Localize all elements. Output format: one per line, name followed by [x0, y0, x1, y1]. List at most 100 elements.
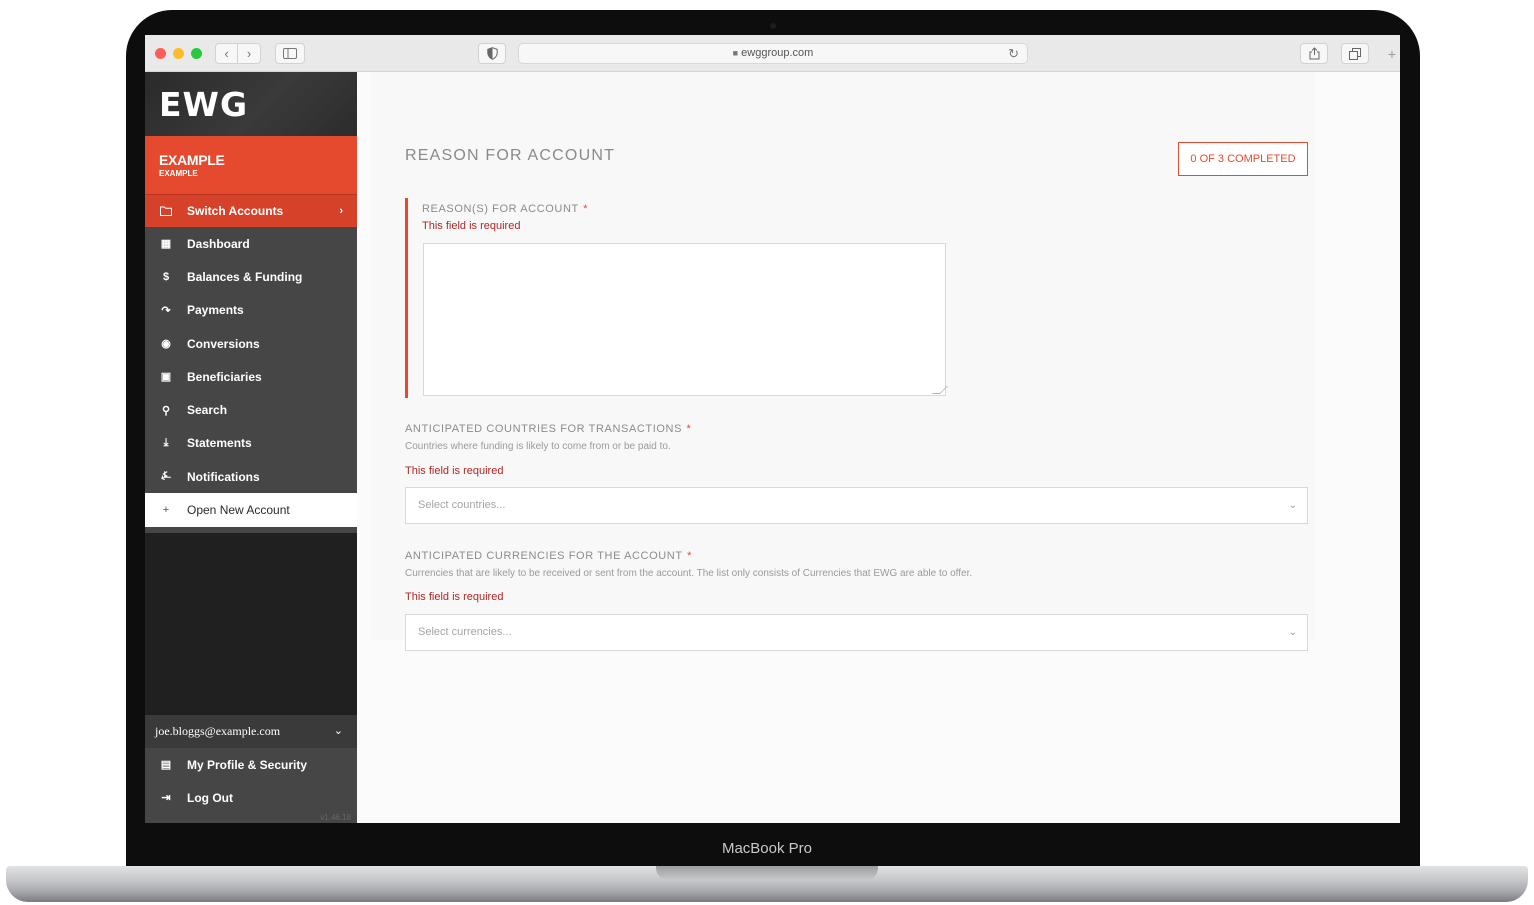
id-card-icon: ▤: [160, 759, 172, 772]
sidebar-item-conversions[interactable]: ◉ Conversions: [145, 327, 357, 360]
address-bar[interactable]: ■ ewggroup.com ↻: [518, 43, 1028, 64]
chevron-right-icon: ›: [339, 205, 343, 217]
sidebar-icon: [283, 48, 297, 59]
countries-select[interactable]: Select countries... ⌄: [405, 487, 1308, 524]
currencies-help-text: Currencies that are likely to be receive…: [405, 568, 973, 579]
minimize-window-button[interactable]: [173, 48, 184, 59]
chevron-down-icon: ⌄: [1288, 627, 1297, 638]
account-name: EXAMPLE: [159, 152, 225, 168]
sidebar: EWG EXAMPLE EXAMPLE Switch Accounts › ▦ …: [145, 72, 357, 823]
user-menu-toggle[interactable]: joe.bloggs@example.com ⌄: [145, 715, 357, 748]
sidebar-item-log-out[interactable]: ⇥ Log Out: [145, 781, 357, 814]
send-arrow-icon: ↷: [161, 304, 171, 317]
logo-area: EWG: [145, 72, 357, 136]
sidebar-item-beneficiaries[interactable]: ▣ Beneficiaries: [145, 360, 357, 393]
plus-icon: +: [162, 504, 170, 517]
sidebar-item-label: Open New Account: [187, 503, 290, 518]
countries-error: This field is required: [405, 465, 504, 477]
required-marker: *: [583, 203, 588, 215]
reload-icon[interactable]: ↻: [1008, 44, 1019, 63]
sidebar-item-label: My Profile & Security: [187, 757, 308, 772]
form-panel: REASON FOR ACCOUNT 0 OF 3 COMPLETED REAS…: [371, 72, 1315, 651]
tabs-icon: [1349, 48, 1361, 60]
reason-label: REASON(S) FOR ACCOUNT: [422, 203, 579, 215]
currencies-placeholder: Select currencies...: [418, 626, 512, 638]
user-menu: ▤ My Profile & Security ⇥ Log Out v1.46.…: [145, 748, 357, 823]
globe-icon: ◉: [161, 338, 171, 351]
switch-accounts-label: Switch Accounts: [187, 204, 284, 218]
account-subtitle: EXAMPLE: [159, 169, 198, 178]
sidebar-item-label: Statements: [187, 436, 252, 451]
browser-toolbar: ‹ › ■ ewggroup.com ↻ +: [145, 35, 1400, 72]
switch-accounts-button[interactable]: Switch Accounts ›: [145, 194, 357, 227]
reason-label-row: REASON(S) FOR ACCOUNT *: [422, 199, 588, 217]
lock-icon: ■: [732, 48, 739, 58]
sidebar-item-label: Notifications: [187, 469, 260, 484]
sidebar-item-notifications[interactable]: ⍼ Notifications: [145, 460, 357, 493]
back-button[interactable]: ‹: [215, 43, 238, 64]
sidebar-item-dashboard[interactable]: ▦ Dashboard: [145, 227, 357, 260]
sidebar-item-search[interactable]: ⚲ Search: [145, 393, 357, 426]
ewg-logo[interactable]: EWG: [159, 85, 248, 124]
account-box: EXAMPLE EXAMPLE: [145, 136, 357, 194]
required-marker: *: [686, 423, 691, 435]
search-icon: ⚲: [161, 404, 171, 417]
share-icon: [1309, 47, 1319, 60]
version-label: v1.46.18: [320, 813, 351, 822]
countries-placeholder: Select countries...: [418, 499, 506, 511]
chevron-down-icon: ⌄: [333, 725, 343, 737]
share-button[interactable]: [1300, 43, 1328, 64]
sidebar-item-label: Balances & Funding: [187, 269, 303, 284]
countries-label-row: ANTICIPATED COUNTRIES FOR TRANSACTIONS *: [405, 419, 691, 437]
sidebar-item-label: Search: [187, 403, 228, 418]
countries-label: ANTICIPATED COUNTRIES FOR TRANSACTIONS: [405, 423, 683, 435]
chevron-down-icon: ⌄: [1288, 500, 1297, 511]
sidebar-item-label: Beneficiaries: [187, 369, 262, 384]
logout-icon: ⇥: [161, 792, 171, 805]
bell-icon: ⍼: [161, 470, 171, 483]
sidebar-nav: ▦ Dashboard $ Balances & Funding ↷ Payme…: [145, 227, 357, 533]
reason-field-group: REASON(S) FOR ACCOUNT * This field is re…: [405, 198, 948, 398]
maximize-window-button[interactable]: [191, 48, 202, 59]
shield-icon: [486, 47, 498, 60]
laptop-notch: [656, 866, 878, 880]
grid-icon: ▦: [160, 238, 172, 251]
sidebar-item-open-new-account[interactable]: + Open New Account: [145, 493, 357, 527]
currencies-select[interactable]: Select currencies... ⌄: [405, 614, 1308, 651]
sidebar-item-label: Conversions: [187, 336, 260, 351]
sidebar-item-label: Dashboard: [187, 236, 250, 251]
sidebar-item-balances-funding[interactable]: $ Balances & Funding: [145, 260, 357, 293]
dollar-icon: $: [162, 270, 170, 283]
main-content: REASON FOR ACCOUNT 0 OF 3 COMPLETED REAS…: [357, 72, 1400, 823]
camera-dot: [770, 23, 776, 29]
required-marker: *: [687, 550, 692, 562]
screen: ‹ › ■ ewggroup.com ↻ + EWG EXAMPLE EXAMP…: [145, 35, 1400, 823]
new-tab-button[interactable]: +: [1385, 44, 1399, 64]
progress-badge: 0 OF 3 COMPLETED: [1178, 142, 1308, 176]
device-label: MacBook Pro: [721, 840, 813, 857]
currencies-error: This field is required: [405, 591, 504, 603]
reason-textarea[interactable]: [423, 243, 948, 396]
chevron-left-icon: ‹: [224, 46, 229, 61]
countries-help-text: Countries where funding is likely to com…: [405, 441, 671, 452]
sidebar-item-payments[interactable]: ↷ Payments: [145, 294, 357, 327]
forward-button[interactable]: ›: [238, 43, 261, 64]
currencies-label: ANTICIPATED CURRENCIES FOR THE ACCOUNT: [405, 550, 683, 562]
url-text: ewggroup.com: [741, 47, 814, 59]
sidebar-item-label: Payments: [187, 303, 244, 318]
folder-icon: [145, 195, 187, 228]
sidebar-toggle-button[interactable]: [275, 43, 305, 64]
address-book-icon: ▣: [160, 371, 172, 384]
reason-error: This field is required: [422, 220, 521, 232]
privacy-button[interactable]: [478, 43, 506, 64]
user-email: joe.bloggs@example.com: [155, 724, 281, 738]
resize-handle-icon[interactable]: [932, 386, 948, 394]
download-icon: ⤓: [163, 436, 169, 449]
sidebar-item-my-profile-security[interactable]: ▤ My Profile & Security: [145, 748, 357, 781]
close-window-button[interactable]: [155, 48, 166, 59]
tabs-overview-button[interactable]: [1341, 43, 1369, 64]
page-title: REASON FOR ACCOUNT: [405, 147, 616, 164]
chevron-right-icon: ›: [246, 46, 252, 61]
sidebar-item-statements[interactable]: ⤓ Statements: [145, 427, 357, 460]
sidebar-item-label: Log Out: [187, 790, 233, 805]
